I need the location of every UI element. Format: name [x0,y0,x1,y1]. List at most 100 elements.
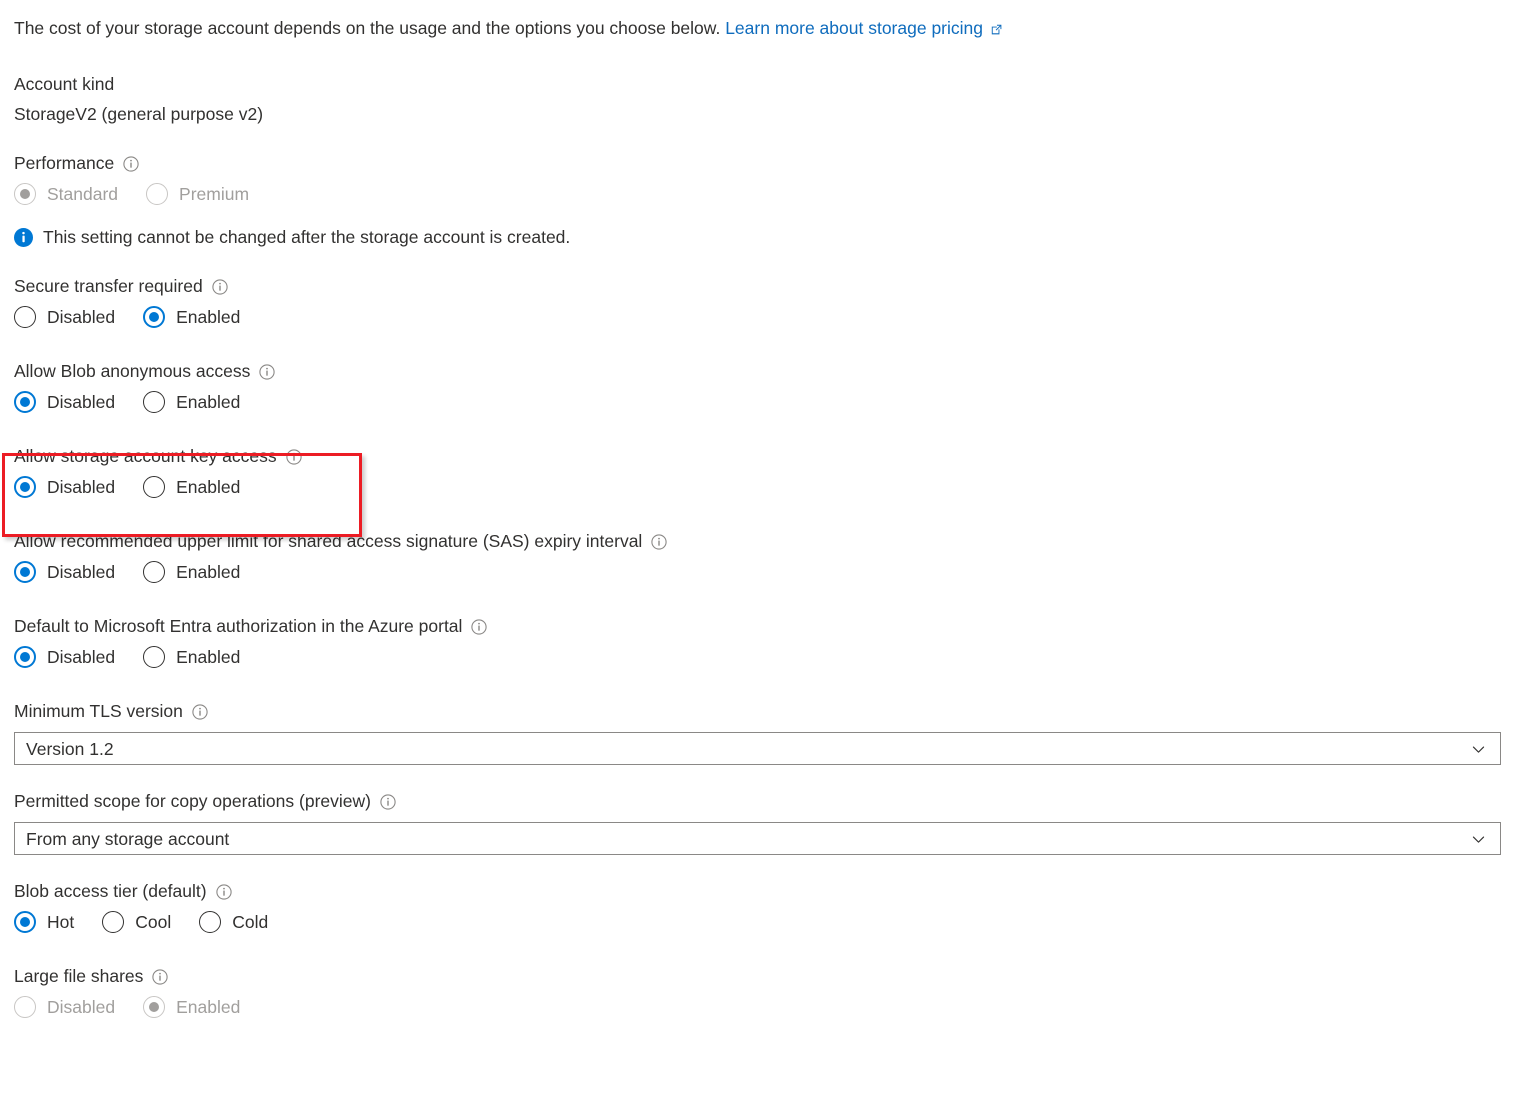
performance-label-row: Performance [14,152,1501,174]
blob-anonymous-access-label: Allow Blob anonymous access [14,361,251,381]
radio-mark [102,911,125,933]
secure-transfer-label-row: Secure transfer required [14,275,1501,297]
radio-mark [143,391,166,413]
large-file-shares-field: Large file shares Disabled Enabled [14,965,1501,1018]
sas-expiry-interval-field: Allow recommended upper limit for shared… [14,530,1501,583]
large-file-shares-option-enabled-label: Enabled [176,997,241,1017]
radio-mark [14,911,36,933]
blob-access-tier-field: Blob access tier (default) Hot Cool Cold [14,880,1501,933]
blob-anonymous-access-option-disabled-label: Disabled [47,392,116,412]
performance-notice-text: This setting cannot be changed after the… [43,227,571,247]
blob-access-tier-label-row: Blob access tier (default) [14,880,1501,902]
blob-access-tier-option-cold[interactable]: Cold [199,911,268,933]
secure-transfer-label: Secure transfer required [14,276,203,296]
radio-mark [14,306,36,328]
blob-access-tier-option-cold-label: Cold [232,912,269,932]
large-file-shares-label: Large file shares [14,966,144,986]
pricing-intro-text: The cost of your storage account depends… [14,18,721,38]
blob-anonymous-access-field: Allow Blob anonymous access Disabled Ena… [14,360,1501,413]
permitted-copy-scope-field: Permitted scope for copy operations (pre… [14,790,1501,855]
permitted-copy-scope-value: From any storage account [26,828,230,849]
blob-access-tier-option-cool[interactable]: Cool [102,911,171,933]
entra-authorization-field: Default to Microsoft Entra authorization… [14,615,1501,668]
performance-option-standard: Standard [14,183,118,205]
info-filled-icon [14,228,33,247]
pricing-intro: The cost of your storage account depends… [14,0,1501,40]
info-circle-icon[interactable] [259,363,276,380]
radio-mark [143,646,166,668]
info-circle-icon[interactable] [192,703,208,720]
large-file-shares-label-row: Large file shares [14,965,1501,987]
chevron-down-icon [1471,741,1486,756]
info-circle-icon[interactable] [212,278,228,295]
entra-authorization-label-row: Default to Microsoft Entra authorization… [14,615,1501,637]
minimum-tls-version-label-row: Minimum TLS version [14,700,1501,722]
storage-pricing-link[interactable]: Learn more about storage pricing [725,18,983,38]
info-circle-icon[interactable] [471,618,488,635]
radio-mark [143,561,166,583]
storage-pricing-link-label: Learn more about storage pricing [725,18,983,38]
info-circle-icon[interactable] [651,533,667,550]
sas-expiry-interval-label: Allow recommended upper limit for shared… [14,531,643,551]
performance-option-premium-label: Premium [179,184,250,204]
info-circle-icon[interactable] [285,448,302,465]
minimum-tls-version-value: Version 1.2 [26,738,114,759]
blob-access-tier-label: Blob access tier (default) [14,881,207,901]
blob-anonymous-access-radio-group[interactable]: Disabled Enabled [14,391,1501,413]
sas-expiry-interval-label-row: Allow recommended upper limit for shared… [14,530,1501,552]
info-circle-icon[interactable] [215,883,232,900]
entra-authorization-option-disabled[interactable]: Disabled [14,646,115,668]
sas-expiry-interval-radio-group[interactable]: Disabled Enabled [14,561,1501,583]
large-file-shares-option-enabled: Enabled [143,996,240,1018]
blob-anonymous-access-option-enabled[interactable]: Enabled [143,391,240,413]
radio-mark [146,183,169,205]
storage-account-key-access-option-enabled[interactable]: Enabled [143,476,240,498]
info-circle-icon[interactable] [123,155,139,172]
sas-expiry-interval-option-disabled-label: Disabled [47,562,116,582]
info-circle-icon[interactable] [152,968,169,985]
blob-anonymous-access-option-disabled[interactable]: Disabled [14,391,115,413]
entra-authorization-option-enabled-label: Enabled [176,647,241,667]
performance-label: Performance [14,153,115,173]
permitted-copy-scope-label-row: Permitted scope for copy operations (pre… [14,790,1501,812]
performance-radio-group[interactable]: Standard Premium [14,183,1501,205]
blob-anonymous-access-option-enabled-label: Enabled [176,392,241,412]
radio-mark [14,183,36,205]
storage-account-advanced-form: The cost of your storage account depends… [0,0,1515,1018]
radio-mark [14,476,36,498]
blob-access-tier-option-hot[interactable]: Hot [14,911,74,933]
entra-authorization-option-enabled[interactable]: Enabled [143,646,240,668]
performance-notice: This setting cannot be changed after the… [14,226,1501,248]
storage-account-key-access-radio-group[interactable]: Disabled Enabled [14,476,1501,498]
secure-transfer-option-disabled[interactable]: Disabled [14,306,115,328]
minimum-tls-version-label: Minimum TLS version [14,701,183,721]
account-kind-field: Account kind StorageV2 (general purpose … [14,73,1501,125]
radio-mark [143,476,166,498]
storage-account-key-access-label-row: Allow storage account key access [14,445,1501,467]
secure-transfer-radio-group[interactable]: Disabled Enabled [14,306,1501,328]
radio-mark [199,911,222,933]
info-circle-icon[interactable] [380,793,396,810]
account-kind-label-row: Account kind [14,73,1501,95]
blob-access-tier-option-hot-label: Hot [47,912,75,932]
minimum-tls-version-field: Minimum TLS version Version 1.2 [14,700,1501,765]
blob-anonymous-access-label-row: Allow Blob anonymous access [14,360,1501,382]
radio-mark [143,996,166,1018]
storage-account-key-access-field: Allow storage account key access Disable… [14,445,1501,498]
entra-authorization-radio-group[interactable]: Disabled Enabled [14,646,1501,668]
permitted-copy-scope-dropdown[interactable]: From any storage account [14,822,1501,855]
storage-account-key-access-option-disabled[interactable]: Disabled [14,476,115,498]
secure-transfer-option-disabled-label: Disabled [47,307,116,327]
performance-field: Performance Standard Premium This settin… [14,152,1501,248]
sas-expiry-interval-option-enabled[interactable]: Enabled [143,561,240,583]
minimum-tls-version-dropdown[interactable]: Version 1.2 [14,732,1501,765]
large-file-shares-option-disabled: Disabled [14,996,115,1018]
blob-access-tier-radio-group[interactable]: Hot Cool Cold [14,911,1501,933]
performance-option-premium: Premium [146,183,249,205]
radio-mark [14,561,36,583]
chevron-down-icon [1471,831,1486,846]
secure-transfer-option-enabled-label: Enabled [176,307,241,327]
entra-authorization-option-disabled-label: Disabled [47,647,116,667]
secure-transfer-option-enabled[interactable]: Enabled [143,306,240,328]
sas-expiry-interval-option-disabled[interactable]: Disabled [14,561,115,583]
